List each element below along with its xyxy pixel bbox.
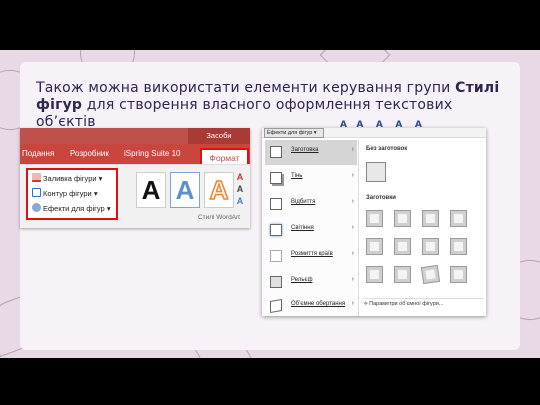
preset-option[interactable] <box>366 266 383 283</box>
menu-item-preset[interactable]: Заготовка › <box>265 140 357 165</box>
chevron-right-icon: › <box>351 224 354 231</box>
no-preset-label: Без заготовок <box>366 146 408 152</box>
glow-icon <box>270 224 282 236</box>
preset-option[interactable] <box>450 266 467 283</box>
menu-item-soft-edges[interactable]: Розмиття країв › <box>265 244 357 269</box>
text-fill-icon[interactable]: A <box>234 172 246 183</box>
wordart-style-blue[interactable]: A <box>170 172 200 208</box>
menu-item-3d-rotation[interactable]: Об’ємне обертання › <box>265 294 357 316</box>
ribbon-screenshot: Засоби креслення Подання Розробник iSpri… <box>20 128 250 228</box>
shape-effects-label: Ефекти для фігур <box>43 204 105 213</box>
chevron-right-icon: › <box>351 250 354 257</box>
shape-styles-commands: Заливка фігури ▾ Контур фігури ▾ Ефекти … <box>26 168 118 220</box>
chevron-right-icon: › <box>351 276 354 283</box>
shadow-icon <box>270 172 282 184</box>
menu-item-shadow[interactable]: Тінь › <box>265 166 357 191</box>
group-label: Стилі WordArt <box>197 214 240 221</box>
shape-outline-button[interactable]: Контур фігури ▾ <box>32 187 98 200</box>
chevron-right-icon: › <box>351 300 354 307</box>
outline-icon <box>32 188 41 197</box>
preset-option[interactable] <box>394 210 411 227</box>
tab-developer[interactable]: Розробник <box>70 144 109 164</box>
context-tab-label: Засоби креслення <box>188 128 250 156</box>
effects-dropdown-button[interactable]: Ефекти для фігур ▾ <box>264 128 324 138</box>
preset-option[interactable] <box>420 264 441 285</box>
shape-effects-button[interactable]: Ефекти для фігур ▾ <box>32 202 111 215</box>
effects-icon <box>32 203 41 212</box>
effects-menu: Заготовка › Тінь › Відбиття › Світіння › Роз… <box>262 140 359 316</box>
reflection-icon <box>270 198 282 210</box>
wordart-style-black[interactable]: A <box>136 172 166 208</box>
presets-label: Заготовки <box>366 195 396 201</box>
no-preset-option[interactable] <box>366 162 386 182</box>
preset-option[interactable] <box>366 210 383 227</box>
tab-ispring[interactable]: iSpring Suite 10 <box>124 144 180 164</box>
chevron-right-icon: › <box>351 172 354 179</box>
soft-edges-icon <box>270 250 282 262</box>
preset-option[interactable] <box>450 210 467 227</box>
effects-menu-screenshot: Ефекти для фігур ▾ Заготовка › Тінь › Відб… <box>262 128 486 316</box>
preset-option[interactable] <box>394 266 411 283</box>
text-outline-icon[interactable]: A <box>234 184 246 195</box>
shape-fill-label: Заливка фігури <box>43 174 97 183</box>
title-text: Також можна використати елементи керуван… <box>36 80 456 96</box>
preset-option[interactable] <box>422 210 439 227</box>
preset-option[interactable] <box>394 238 411 255</box>
menu-item-glow[interactable]: Світіння › <box>265 218 357 243</box>
preset-option[interactable] <box>366 238 383 255</box>
preset-option[interactable] <box>450 238 467 255</box>
chevron-right-icon: › <box>351 146 354 153</box>
preset-icon <box>270 146 282 158</box>
tab-view[interactable]: Подання <box>22 144 54 164</box>
wordart-style-orange[interactable]: A <box>204 172 234 208</box>
chevron-right-icon: › <box>351 198 354 205</box>
bevel-icon <box>270 276 282 288</box>
rotation-icon <box>270 298 282 314</box>
menu-item-reflection[interactable]: Відбиття › <box>265 192 357 217</box>
menu-item-bevel[interactable]: Рельєф › <box>265 270 357 295</box>
fill-icon <box>32 173 41 182</box>
text-effects-icon[interactable]: A <box>234 196 246 207</box>
3d-options-link[interactable]: ⟡ Параметри об’ємної фігури... <box>364 298 484 308</box>
shape-outline-label: Контур фігури <box>43 189 92 198</box>
preset-option[interactable] <box>422 238 439 255</box>
shape-fill-button[interactable]: Заливка фігури ▾ <box>32 172 102 185</box>
preset-submenu: Без заготовок Заготовки ⟡ Параметри об’є… <box>360 140 486 316</box>
